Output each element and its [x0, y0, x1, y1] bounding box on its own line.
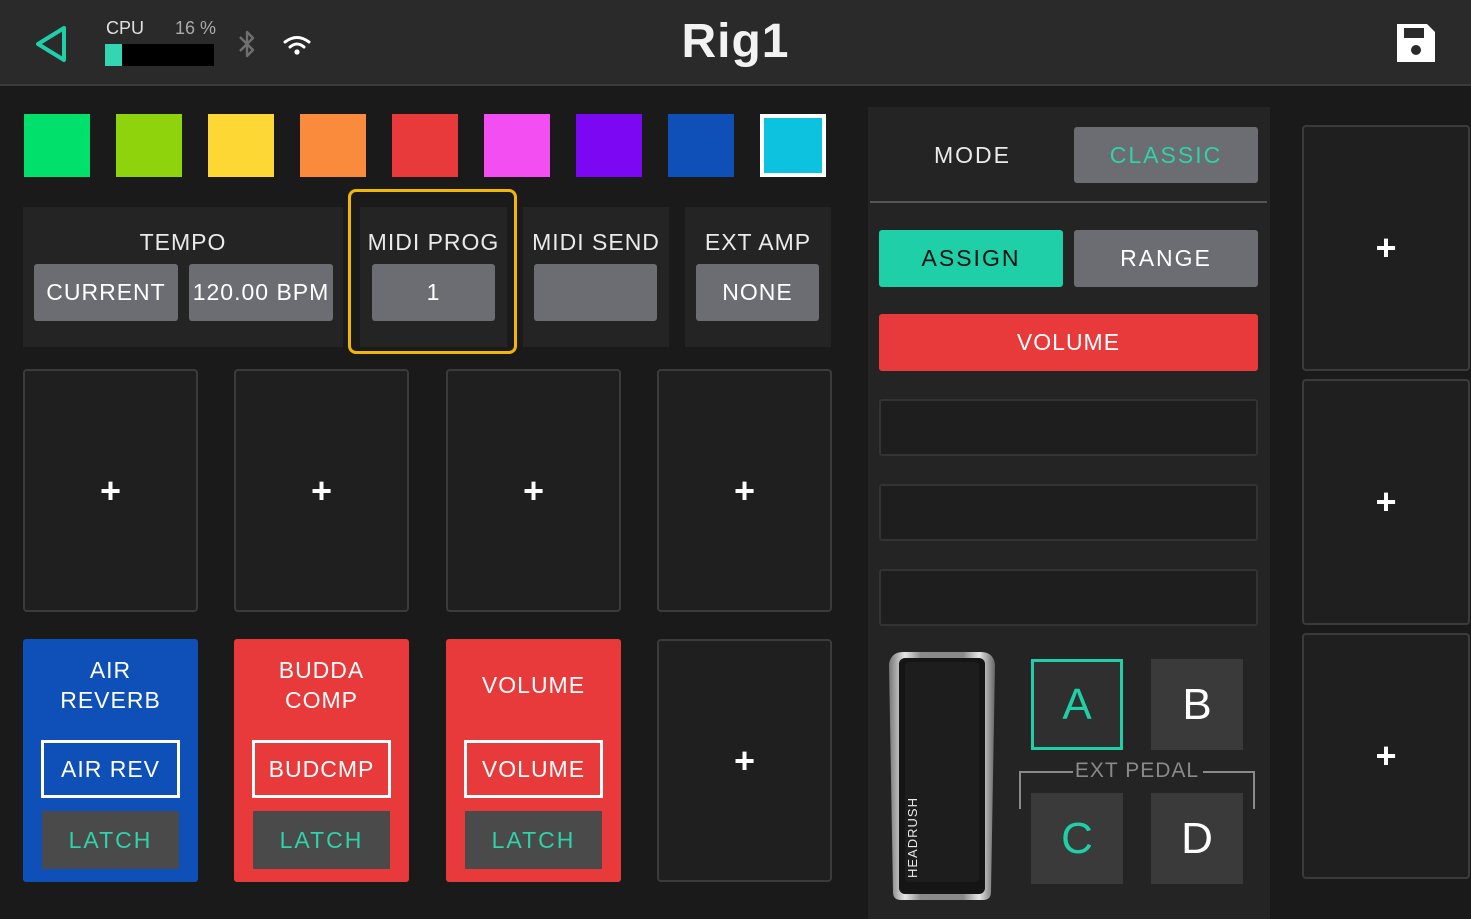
footswitch-name-line1: VOLUME — [481, 672, 586, 698]
assign-tab[interactable]: ASSIGN — [879, 230, 1063, 287]
divider — [870, 201, 1267, 203]
expression-pedal-icon: HEADRUSH — [889, 652, 995, 900]
add-icon: + — [99, 469, 122, 511]
empty-slot[interactable]: + — [657, 639, 832, 882]
empty-slot[interactable]: + — [1302, 633, 1470, 879]
pedal-brand-text: HEADRUSH — [905, 797, 920, 878]
empty-slot[interactable]: + — [234, 369, 409, 612]
color-swatch-orange[interactable] — [300, 114, 366, 177]
empty-slot[interactable]: + — [23, 369, 198, 612]
ext-amp-label: EXT AMP — [704, 229, 812, 255]
focus-highlight — [348, 189, 517, 354]
footswitch-name-line1: BUDDA — [278, 657, 365, 683]
add-icon: + — [310, 469, 333, 511]
color-swatch-green[interactable] — [24, 114, 90, 177]
footswitch-mode[interactable]: LATCH — [253, 811, 390, 869]
mode-button[interactable]: CLASSIC — [1074, 127, 1258, 183]
empty-slot[interactable]: + — [657, 369, 832, 612]
footswitch-mode[interactable]: LATCH — [42, 811, 179, 869]
add-icon: + — [733, 469, 756, 511]
pedal-d-button[interactable]: D — [1151, 793, 1243, 884]
tempo-bpm-button[interactable]: 120.00 BPM — [189, 264, 333, 321]
footswitch-tag[interactable]: AIR REV — [41, 740, 180, 798]
empty-slot[interactable]: + — [446, 369, 621, 612]
tempo-panel: TEMPO CURRENT 120.00 BPM — [23, 207, 343, 347]
tempo-source-button[interactable]: CURRENT — [34, 264, 178, 321]
ext-amp-panel: EXT AMP NONE — [685, 207, 831, 347]
color-swatch-lime[interactable] — [116, 114, 182, 177]
color-swatch-yellow[interactable] — [208, 114, 274, 177]
tempo-label: TEMPO — [139, 229, 227, 255]
range-tab[interactable]: RANGE — [1074, 230, 1258, 287]
midi-send-button[interactable] — [534, 264, 657, 321]
midi-send-label: MIDI SEND — [532, 229, 660, 255]
footswitch-mode[interactable]: LATCH — [465, 811, 602, 869]
color-swatch-red[interactable] — [392, 114, 458, 177]
color-swatch-blue[interactable] — [668, 114, 734, 177]
empty-slot[interactable]: + — [1302, 379, 1470, 625]
empty-assign-slot[interactable] — [879, 484, 1258, 541]
save-icon[interactable] — [1393, 20, 1439, 66]
mode-label: MODE — [934, 142, 1011, 168]
add-icon: + — [733, 739, 756, 781]
ext-amp-button[interactable]: NONE — [696, 264, 819, 321]
empty-slot[interactable]: + — [1302, 125, 1470, 371]
empty-assign-slot[interactable] — [879, 569, 1258, 626]
pedal-c-button[interactable]: C — [1031, 793, 1123, 884]
rig-title[interactable]: Rig1 — [0, 14, 1471, 69]
color-swatch-cyan[interactable] — [760, 114, 826, 177]
footswitch-name-line2: REVERB — [60, 687, 161, 713]
pedal-b-button[interactable]: B — [1151, 659, 1243, 750]
midi-send-panel: MIDI SEND — [523, 207, 669, 347]
add-icon: + — [1375, 481, 1397, 522]
ext-pedal-label: EXT PEDAL — [1074, 759, 1200, 782]
footswitch-name-line2: COMP — [285, 687, 358, 713]
top-bar: CPU 16 % Rig1 — [0, 0, 1471, 86]
footswitch-name-line1: AIR — [89, 657, 132, 683]
add-icon: + — [1375, 735, 1397, 776]
color-swatch-purple[interactable] — [576, 114, 642, 177]
footswitch-tag[interactable]: BUDCMP — [252, 740, 391, 798]
assigned-parameter[interactable]: VOLUME — [879, 314, 1258, 371]
empty-assign-slot[interactable] — [879, 399, 1258, 456]
add-icon: + — [1375, 227, 1397, 268]
pedal-a-button[interactable]: A — [1031, 659, 1123, 750]
footswitch-air-reverb[interactable]: AIR REVERB AIR REV LATCH — [23, 639, 198, 882]
add-icon: + — [522, 469, 545, 511]
footswitch-budda-comp[interactable]: BUDDA COMP BUDCMP LATCH — [234, 639, 409, 882]
footswitch-volume[interactable]: VOLUME VOLUME LATCH — [446, 639, 621, 882]
color-swatch-pink[interactable] — [484, 114, 550, 177]
footswitch-tag[interactable]: VOLUME — [464, 740, 603, 798]
